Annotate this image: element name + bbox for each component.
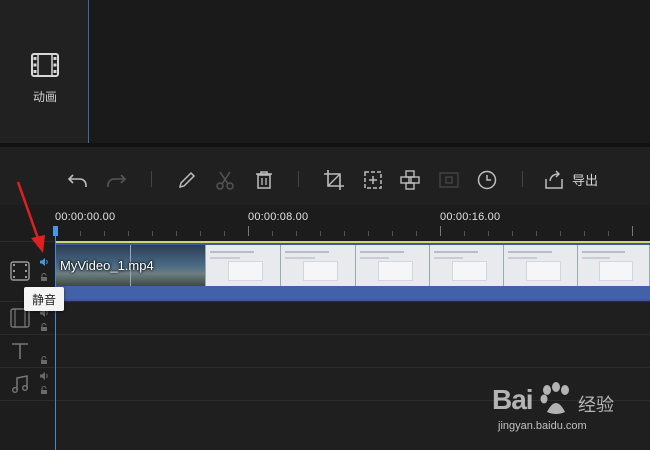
lock-icon[interactable] xyxy=(39,272,49,282)
ruler-tick xyxy=(392,231,393,236)
ruler-tick xyxy=(440,226,441,236)
speaker-icon[interactable] xyxy=(39,371,49,381)
music-track-icon xyxy=(12,375,28,393)
ruler-tick xyxy=(200,231,201,236)
export-icon xyxy=(545,170,563,189)
delete-button[interactable] xyxy=(252,168,276,192)
video-clip[interactable]: MyVideo_1.mp4 xyxy=(56,241,650,301)
animation-label: 动画 xyxy=(32,90,57,104)
ruler-tick xyxy=(248,226,249,236)
clip-thumbnail xyxy=(578,245,650,286)
track-divider xyxy=(0,367,650,368)
ruler-tick xyxy=(488,231,489,236)
ruler-tick xyxy=(584,231,585,236)
text-track-icon xyxy=(12,343,28,359)
toolbar-divider xyxy=(151,171,152,187)
crop-button[interactable] xyxy=(322,168,346,192)
toolbar-divider xyxy=(298,171,299,187)
undo-button[interactable] xyxy=(66,168,90,192)
redo-icon xyxy=(107,174,127,187)
playhead[interactable] xyxy=(55,226,56,450)
ruler-tick xyxy=(176,231,177,236)
freeze-frame-button[interactable] xyxy=(437,168,461,192)
redo-button[interactable] xyxy=(104,168,128,192)
watermark-brand: Bai xyxy=(492,384,534,415)
duration-button[interactable] xyxy=(475,168,499,192)
lock-icon[interactable] xyxy=(39,322,49,332)
clip-thumbnail xyxy=(206,245,281,286)
export-label[interactable]: 导出 xyxy=(572,170,598,189)
mosaic-icon xyxy=(400,170,420,190)
film-icon xyxy=(31,53,59,77)
clock-icon xyxy=(477,170,497,190)
paw-icon xyxy=(540,382,569,414)
cut-button[interactable] xyxy=(213,168,237,192)
lock-icon[interactable] xyxy=(39,385,49,395)
track-divider xyxy=(0,301,650,302)
animation-tab[interactable]: 动画 xyxy=(18,52,72,112)
ruler-tick xyxy=(344,231,345,236)
freeze-frame-icon xyxy=(439,172,459,188)
clip-audio-waveform xyxy=(56,286,650,299)
trash-icon xyxy=(256,171,272,189)
ruler-label: 00:00:00.00 xyxy=(55,211,116,223)
video-track-icon xyxy=(10,261,30,281)
mute-tooltip: 静音 xyxy=(24,287,64,311)
ruler-tick xyxy=(272,231,273,236)
ruler-tick xyxy=(80,231,81,236)
ruler-tick xyxy=(464,231,465,236)
baidu-watermark: Bai 经验 jingyan.baidu.com xyxy=(492,378,642,438)
lock-icon[interactable] xyxy=(39,355,49,365)
playhead-handle[interactable] xyxy=(53,226,58,236)
mosaic-button[interactable] xyxy=(398,168,422,192)
ruler-tick xyxy=(128,231,129,236)
tooltip-text: 静音 xyxy=(31,292,56,307)
edit-button[interactable] xyxy=(175,168,199,192)
ruler-tick xyxy=(152,231,153,236)
red-arrow-annotation xyxy=(16,181,45,253)
export-button[interactable] xyxy=(542,168,566,192)
track-divider xyxy=(0,334,650,335)
zoom-frame-icon xyxy=(364,171,382,189)
ruler-tick xyxy=(416,231,417,236)
ruler-tick xyxy=(608,231,609,236)
clip-thumbnail xyxy=(356,245,430,286)
ruler-tick xyxy=(104,231,105,236)
pencil-icon xyxy=(178,171,196,189)
undo-icon xyxy=(67,174,87,187)
ruler-tick xyxy=(560,231,561,236)
zoom-in-button[interactable] xyxy=(361,168,385,192)
clip-thumbnail xyxy=(281,245,356,286)
scissors-icon xyxy=(216,171,234,190)
ruler-tick xyxy=(296,231,297,236)
watermark-url: jingyan.baidu.com xyxy=(498,420,587,432)
ruler-tick xyxy=(224,231,225,236)
preview-area xyxy=(89,0,650,143)
ruler-tick xyxy=(512,231,513,236)
ruler-tick xyxy=(368,231,369,236)
toolbar-divider xyxy=(522,171,523,187)
ruler-label: 00:00:08.00 xyxy=(248,211,309,223)
ruler-tick xyxy=(320,231,321,236)
watermark-brand-cn: 经验 xyxy=(578,395,614,415)
clip-thumbnail xyxy=(504,245,578,286)
ruler-label: 00:00:16.00 xyxy=(440,211,501,223)
clip-name: MyVideo_1.mp4 xyxy=(60,258,154,273)
crop-icon xyxy=(324,170,344,190)
ruler-tick xyxy=(536,231,537,236)
clip-thumbnail xyxy=(430,245,504,286)
ruler-tick xyxy=(632,226,633,236)
